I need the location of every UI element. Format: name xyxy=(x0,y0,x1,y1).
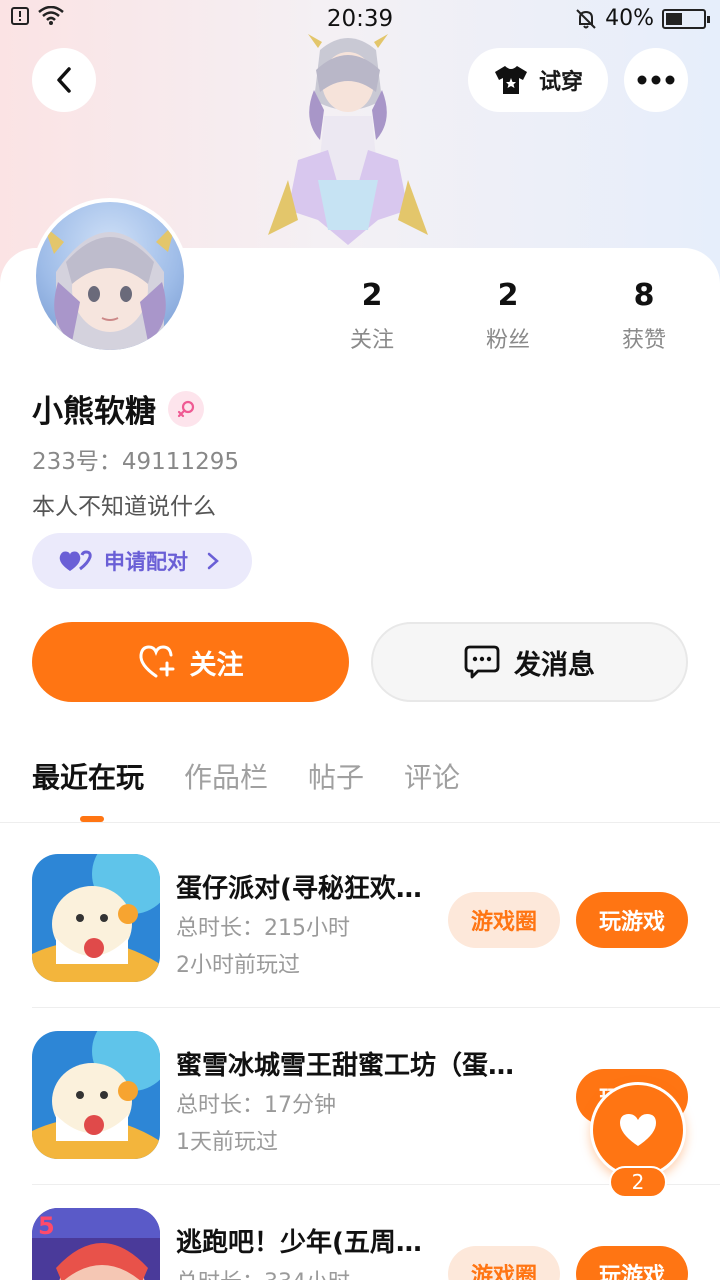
tshirt-icon xyxy=(494,66,527,94)
tabs-divider xyxy=(0,822,720,823)
battery-percent: 40% xyxy=(605,6,654,31)
chevron-left-icon xyxy=(57,67,71,93)
chevron-right-icon xyxy=(207,552,219,570)
tab-posts[interactable]: 帖子 xyxy=(308,756,364,802)
game-last-played: 1天前玩过 xyxy=(176,1130,278,1155)
stat-following[interactable]: 2 关注 xyxy=(304,278,440,354)
tab-works[interactable]: 作品栏 xyxy=(184,756,268,802)
game-duration: 总时长：17分钟 xyxy=(176,1093,336,1118)
battery-icon xyxy=(662,8,710,29)
female-icon xyxy=(168,390,204,427)
user-id: 233号：49111295 xyxy=(32,449,239,475)
play-game-button[interactable]: 玩游戏 xyxy=(576,892,688,948)
back-button[interactable] xyxy=(32,48,96,112)
stat-fans-count: 2 xyxy=(497,278,519,313)
stat-fans[interactable]: 2 粉丝 xyxy=(440,278,576,354)
stat-likes-label: 获赞 xyxy=(621,328,666,353)
game-duration: 总时长：215小时 xyxy=(176,916,350,941)
try-on-button[interactable]: 试穿 xyxy=(468,48,608,112)
user-bio: 本人不知道说什么 xyxy=(32,494,216,520)
avatar-image xyxy=(36,202,184,350)
stat-likes[interactable]: 8 获赞 xyxy=(576,278,712,354)
game-duration: 总时长：334小时 xyxy=(176,1264,350,1280)
floating-like-button[interactable] xyxy=(590,1082,686,1178)
pair-request-label: 申请配对 xyxy=(104,550,188,574)
play-game-button[interactable]: 玩游戏 xyxy=(576,1246,688,1280)
game-row[interactable]: 5 逃跑吧！少年(五周… 总时长：334小时 游戏圈 玩游戏 xyxy=(0,1184,720,1280)
more-dots-icon xyxy=(637,75,675,85)
follow-label: 关注 xyxy=(189,649,244,681)
game-icon-escape: 5 xyxy=(32,1208,160,1280)
more-button[interactable] xyxy=(624,48,688,112)
name-row: 小熊软糖 xyxy=(32,386,204,431)
character-illustration xyxy=(268,34,428,245)
stat-fans-label: 粉丝 xyxy=(485,328,530,353)
game-icon-eggy-party xyxy=(32,854,160,982)
heart-icon xyxy=(620,1114,656,1146)
battery-level xyxy=(666,12,682,25)
game-circle-button[interactable]: 游戏圈 xyxy=(448,1246,560,1280)
game-title: 蛋仔派对(寻秘狂欢… xyxy=(176,874,422,904)
stat-likes-count: 8 xyxy=(633,278,655,313)
pair-request-button[interactable]: 申请配对 xyxy=(32,533,252,589)
heart-plus-icon xyxy=(138,645,174,678)
game-circle-button[interactable]: 游戏圈 xyxy=(448,892,560,948)
game-icon-mixue xyxy=(32,1031,160,1159)
send-message-button[interactable]: 发消息 xyxy=(371,622,688,702)
profile-tabs: 最近在玩 作品栏 帖子 评论 xyxy=(32,756,460,802)
stat-following-label: 关注 xyxy=(349,328,394,353)
game-title: 逃跑吧！少年(五周… xyxy=(176,1228,422,1258)
game-row[interactable]: 蛋仔派对(寻秘狂欢… 总时长：215小时 2小时前玩过 游戏圈 玩游戏 xyxy=(0,830,720,1007)
tab-comments[interactable]: 评论 xyxy=(404,756,460,802)
tab-recently-played[interactable]: 最近在玩 xyxy=(32,756,144,802)
send-message-label: 发消息 xyxy=(514,649,595,681)
game-last-played: 2小时前玩过 xyxy=(176,953,300,978)
user-name: 小熊软糖 xyxy=(32,394,156,430)
svg-text:5: 5 xyxy=(38,1212,55,1240)
chat-bubble-icon xyxy=(464,645,500,679)
try-on-label: 试穿 xyxy=(538,70,583,95)
game-title: 蜜雪冰城雪王甜蜜工坊（蛋… xyxy=(176,1051,515,1081)
floating-like-count: 2 xyxy=(609,1166,667,1198)
stat-following-count: 2 xyxy=(361,278,383,313)
mute-icon xyxy=(576,8,596,29)
follow-button[interactable]: 关注 xyxy=(32,622,349,702)
status-bar: 20:39 40% xyxy=(0,0,720,40)
avatar[interactable] xyxy=(32,198,188,354)
profile-stats: 2 关注 2 粉丝 8 获赞 xyxy=(304,278,712,354)
hearts-icon xyxy=(59,550,92,571)
